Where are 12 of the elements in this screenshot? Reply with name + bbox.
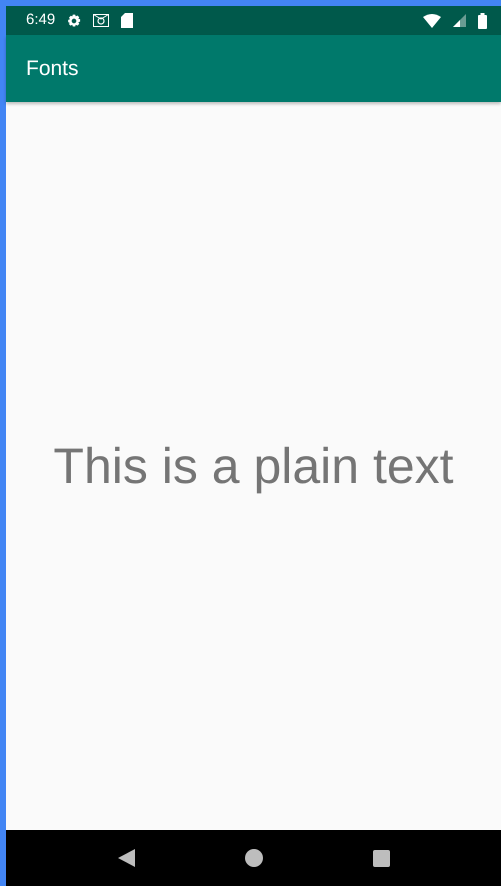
plain-text: This is a plain text — [53, 436, 454, 496]
recents-icon[interactable] — [372, 850, 390, 866]
sd-card-icon — [121, 13, 134, 28]
email-icon — [93, 14, 110, 27]
app-title: Fonts — [26, 56, 79, 82]
signal-icon — [453, 14, 466, 27]
home-icon[interactable] — [244, 849, 262, 867]
back-icon[interactable] — [118, 849, 134, 867]
wifi-icon — [423, 14, 441, 28]
battery-icon — [478, 12, 487, 28]
settings-icon — [67, 14, 82, 28]
status-time: 6:49 — [26, 10, 56, 30]
